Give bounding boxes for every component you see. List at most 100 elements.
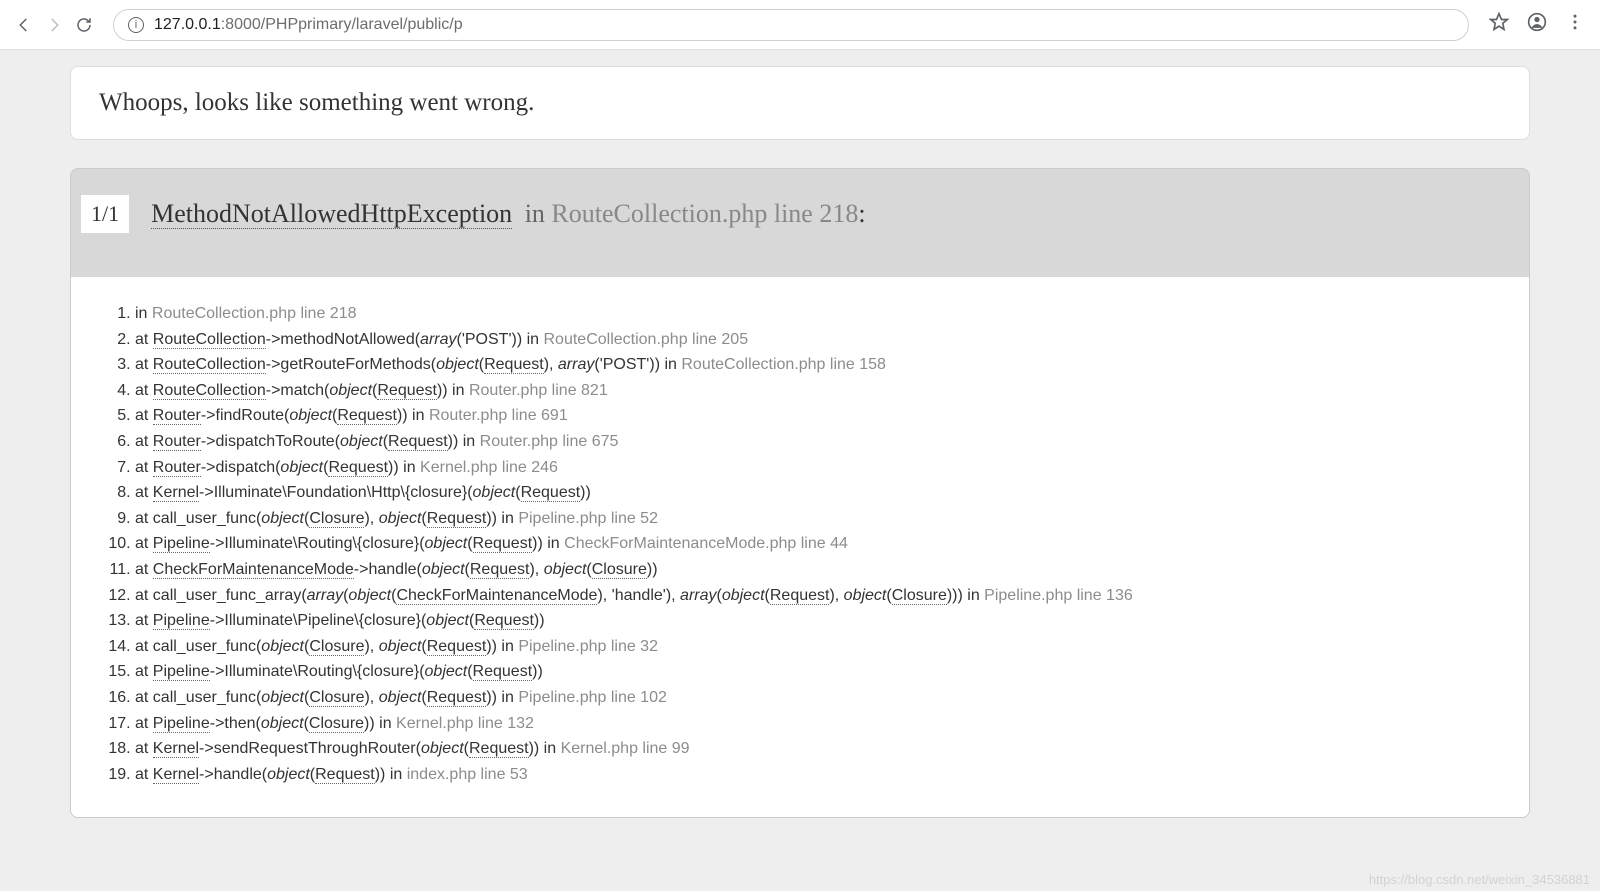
trace-line: in RouteCollection.php line 218 [135, 301, 1499, 327]
trace-class[interactable]: Request [427, 689, 487, 707]
trace-type: object [426, 612, 469, 629]
exception-counter: 1/1 [81, 195, 129, 233]
trace-class[interactable]: Kernel [153, 484, 199, 502]
trace-type: array [680, 587, 716, 604]
trace-location[interactable]: Kernel.php line 99 [561, 740, 690, 757]
trace-type: object [844, 587, 887, 604]
trace-type: array [420, 331, 456, 348]
trace-class[interactable]: Request [474, 612, 534, 630]
trace-location[interactable]: Router.php line 675 [480, 433, 619, 450]
trace-class[interactable]: RouteCollection [153, 382, 266, 400]
exception-location[interactable]: RouteCollection.php line 218 [551, 199, 858, 228]
trace-location[interactable]: Pipeline.php line 102 [518, 689, 667, 706]
trace-location[interactable]: RouteCollection.php line 218 [152, 305, 357, 322]
trace-type: object [421, 740, 464, 757]
trace-line: at Router->dispatch(object(Request)) in … [135, 455, 1499, 481]
browser-right-icons [1489, 12, 1585, 37]
trace-type: object [340, 433, 383, 450]
trace-class[interactable]: Pipeline [153, 715, 210, 733]
trace-class[interactable]: Kernel [153, 766, 199, 784]
trace-type: array [307, 587, 343, 604]
trace-line: at RouteCollection->getRouteForMethods(o… [135, 352, 1499, 378]
trace-location[interactable]: Pipeline.php line 32 [518, 638, 658, 655]
trace-class[interactable]: Request [473, 663, 533, 681]
trace-location[interactable]: Router.php line 821 [469, 382, 608, 399]
trace-class[interactable]: Request [337, 407, 397, 425]
trace-line: at call_user_func(object(Closure), objec… [135, 634, 1499, 660]
forward-icon[interactable] [45, 16, 63, 34]
page-body: Whoops, looks like something went wrong.… [0, 50, 1600, 891]
trace-class[interactable]: Request [388, 433, 448, 451]
site-info-icon[interactable]: i [128, 17, 144, 33]
back-icon[interactable] [15, 16, 33, 34]
trace-location[interactable]: CheckForMaintenanceMode.php line 44 [564, 535, 848, 552]
exception-block: 1/1 MethodNotAllowedHttpException in Rou… [70, 168, 1530, 818]
trace-class[interactable]: CheckForMaintenanceMode [396, 587, 597, 605]
url-path: :8000/PHPprimary/laravel/public/p [221, 16, 463, 34]
trace-class[interactable]: Pipeline [153, 535, 210, 553]
trace-type: object [348, 587, 391, 604]
trace-line: at Router->dispatchToRoute(object(Reques… [135, 429, 1499, 455]
trace-class[interactable]: Request [427, 510, 487, 528]
trace-class[interactable]: Pipeline [153, 612, 210, 630]
trace-class[interactable]: Request [427, 638, 487, 656]
trace-class[interactable]: Closure [309, 715, 364, 733]
trace-location[interactable]: Kernel.php line 132 [396, 715, 534, 732]
trace-class[interactable]: RouteCollection [153, 356, 266, 374]
trace-line: at Pipeline->Illuminate\Routing\{closure… [135, 531, 1499, 557]
trace-class[interactable]: Router [153, 459, 201, 477]
whoops-title: Whoops, looks like something went wrong. [70, 66, 1530, 140]
trace-type: object [473, 484, 516, 501]
trace-line: at call_user_func(object(Closure), objec… [135, 506, 1499, 532]
trace-location[interactable]: Pipeline.php line 136 [984, 587, 1133, 604]
profile-icon[interactable] [1527, 12, 1547, 37]
trace-class[interactable]: Request [521, 484, 581, 502]
trace-class[interactable]: Closure [309, 510, 364, 528]
trace-class[interactable]: Request [377, 382, 437, 400]
trace-class[interactable]: Router [153, 407, 201, 425]
menu-icon[interactable] [1565, 12, 1585, 37]
trace-type: object [425, 535, 468, 552]
url-host: 127.0.0.1 [154, 16, 221, 34]
trace-location[interactable]: RouteCollection.php line 205 [544, 331, 749, 348]
trace-line: at RouteCollection->methodNotAllowed(arr… [135, 327, 1499, 353]
trace-class[interactable]: Closure [892, 587, 947, 605]
trace-line: at Pipeline->Illuminate\Routing\{closure… [135, 659, 1499, 685]
trace-type: object [722, 587, 765, 604]
trace-class[interactable]: Request [470, 561, 530, 579]
trace-class[interactable]: Closure [592, 561, 647, 579]
trace-class[interactable]: Request [328, 459, 388, 477]
trace-class[interactable]: Request [484, 356, 544, 374]
watermark: https://blog.csdn.net/weixin_34536881 [1369, 872, 1590, 887]
address-bar[interactable]: i 127.0.0.1:8000/PHPprimary/laravel/publ… [113, 9, 1469, 41]
trace-type: object [379, 510, 422, 527]
trace-type: array [558, 356, 594, 373]
stack-trace: in RouteCollection.php line 218at RouteC… [71, 277, 1529, 817]
trace-type: object [544, 561, 587, 578]
trace-type: object [379, 638, 422, 655]
trace-class[interactable]: Request [469, 740, 529, 758]
star-icon[interactable] [1489, 12, 1509, 37]
trace-type: object [261, 689, 304, 706]
trace-class[interactable]: RouteCollection [153, 331, 266, 349]
exception-name[interactable]: MethodNotAllowedHttpException [151, 199, 512, 229]
trace-class[interactable]: Request [770, 587, 830, 605]
reload-icon[interactable] [75, 16, 93, 34]
trace-class[interactable]: Request [315, 766, 375, 784]
trace-line: at Kernel->Illuminate\Foundation\Http\{c… [135, 480, 1499, 506]
trace-class[interactable]: Closure [309, 689, 364, 707]
trace-location[interactable]: Kernel.php line 246 [420, 459, 558, 476]
trace-location[interactable]: Pipeline.php line 52 [518, 510, 658, 527]
exception-in: in [518, 199, 551, 228]
trace-class[interactable]: Kernel [153, 740, 199, 758]
trace-type: object [425, 663, 468, 680]
trace-class[interactable]: Closure [309, 638, 364, 656]
trace-type: object [267, 766, 310, 783]
trace-class[interactable]: Router [153, 433, 201, 451]
trace-location[interactable]: Router.php line 691 [429, 407, 568, 424]
trace-class[interactable]: Pipeline [153, 663, 210, 681]
trace-location[interactable]: index.php line 53 [407, 766, 528, 783]
trace-class[interactable]: Request [473, 535, 533, 553]
trace-location[interactable]: RouteCollection.php line 158 [681, 356, 886, 373]
trace-class[interactable]: CheckForMaintenanceMode [153, 561, 354, 579]
